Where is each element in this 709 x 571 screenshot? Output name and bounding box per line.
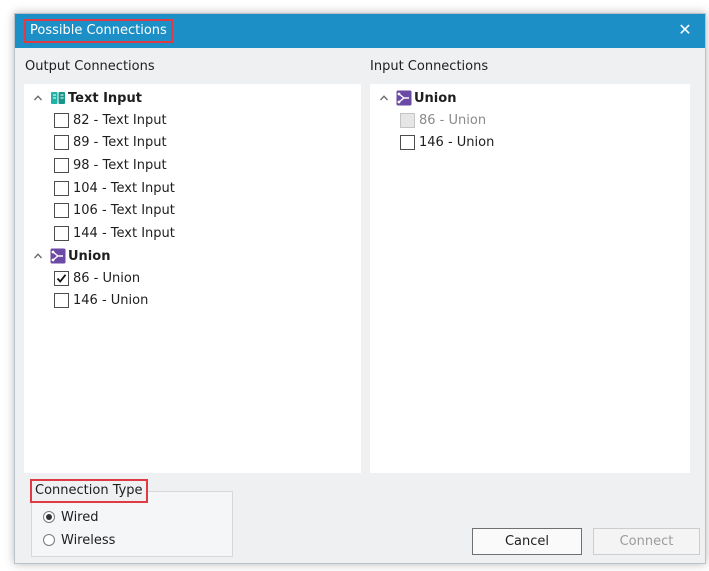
connection-item-label: 82 - Text Input [73, 112, 167, 128]
checkbox[interactable] [54, 293, 69, 309]
radio-button[interactable] [43, 534, 55, 546]
connection-item-label: 144 - Text Input [73, 226, 175, 241]
checkbox[interactable] [54, 226, 69, 241]
union-icon [396, 90, 412, 106]
connection-item-label: 146 - Union [419, 135, 495, 151]
dialog-title: Possible Connections [24, 19, 173, 43]
possible-connections-dialog: Possible Connections ✕ Output Connection… [14, 13, 706, 564]
connection-type-label: Connection Type [30, 479, 148, 503]
connection-item-label: 104 - Text Input [73, 180, 175, 196]
connection-item[interactable]: 98 - Text Input [54, 154, 167, 176]
connection-item-label: 146 - Union [73, 293, 149, 309]
input-connections-header: Input Connections [370, 59, 489, 74]
connection-item[interactable]: 146 - Union [400, 132, 494, 154]
collapse-caret-icon[interactable] [378, 92, 390, 104]
collapse-caret-icon[interactable] [32, 250, 44, 262]
input-group-union[interactable]: Union [378, 87, 456, 109]
text-input-icon [50, 90, 66, 106]
checkbox[interactable] [54, 157, 69, 173]
radio-label: Wired [61, 509, 99, 525]
union-icon [50, 248, 66, 264]
output-group-text-input[interactable]: Text Input [32, 87, 142, 109]
group-label: Text Input [68, 90, 142, 106]
connection-item[interactable]: 106 - Text Input [54, 200, 175, 222]
connection-item-label: 86 - Union [419, 112, 487, 128]
collapse-caret-icon[interactable] [32, 92, 44, 104]
connection-item[interactable]: 144 - Text Input [54, 223, 175, 245]
radio-wireless[interactable]: Wireless [43, 530, 115, 550]
checkbox-checked[interactable] [54, 270, 69, 286]
connection-item-label: 86 - Union [73, 270, 141, 286]
connection-item: 86 - Union [400, 109, 486, 131]
group-label: Union [68, 248, 111, 264]
radio-wired[interactable]: Wired [43, 507, 99, 527]
connection-item-label: 106 - Text Input [73, 203, 175, 219]
group-label: Union [414, 90, 457, 106]
connection-item[interactable]: 86 - Union [54, 267, 140, 289]
output-connections-header: Output Connections [25, 59, 155, 74]
checkbox[interactable] [54, 112, 69, 128]
checkbox[interactable] [54, 180, 69, 196]
close-icon[interactable]: ✕ [675, 20, 695, 40]
output-group-union[interactable]: Union [32, 245, 110, 267]
connection-item[interactable]: 146 - Union [54, 290, 148, 312]
radio-label: Wireless [61, 532, 116, 548]
title-bar: Possible Connections ✕ [15, 14, 705, 48]
radio-button-selected[interactable] [43, 511, 55, 523]
connection-item-label: 98 - Text Input [73, 157, 167, 173]
checkbox[interactable] [400, 135, 415, 151]
connection-item[interactable]: 104 - Text Input [54, 177, 175, 199]
checkbox[interactable] [54, 203, 69, 219]
checkbox [400, 112, 415, 128]
input-connections-panel[interactable]: Union 86 - Union 146 - Union [370, 84, 690, 473]
connect-button[interactable]: Connect [593, 528, 700, 555]
connection-item-label: 89 - Text Input [73, 135, 167, 151]
cancel-button[interactable]: Cancel [472, 528, 582, 555]
output-connections-panel[interactable]: Text Input 82 - Text Input 89 - Text Input… [24, 84, 361, 473]
connection-item[interactable]: 89 - Text Input [54, 132, 167, 154]
checkbox[interactable] [54, 135, 69, 151]
connection-item[interactable]: 82 - Text Input [54, 109, 167, 131]
